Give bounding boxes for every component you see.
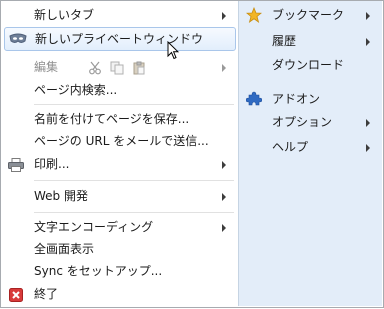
menu-item-label: ページ内検索... xyxy=(34,83,118,97)
printer-icon xyxy=(8,157,24,179)
submenu-arrow-icon xyxy=(366,12,370,20)
submenu-arrow-icon xyxy=(222,224,226,232)
menu-item-label: 新しいタブ xyxy=(34,8,95,22)
menu-item-print[interactable]: 印刷... xyxy=(4,153,234,175)
menu-item-label: 終了 xyxy=(34,287,59,301)
menu-separator xyxy=(34,212,234,213)
menu-item-label: Web 開発 xyxy=(34,189,88,203)
menu-item-setup-sync[interactable]: Sync をセットアップ... xyxy=(4,260,234,282)
menu-item-character-encoding[interactable]: 文字エンコーディング xyxy=(4,216,234,238)
menu-item-downloads[interactable]: ダウンロード xyxy=(244,54,378,76)
menu-item-label: 全画面表示 xyxy=(34,242,95,256)
submenu-arrow-icon xyxy=(366,119,370,127)
edit-icons-group xyxy=(88,60,148,75)
menu-separator xyxy=(34,104,234,105)
menu-item-new-tab[interactable]: 新しいタブ xyxy=(4,4,234,26)
menu-item-label: ブックマーク xyxy=(272,8,345,22)
menu-item-exit[interactable]: 終了 xyxy=(4,283,234,305)
menu-item-label: ヘルプ xyxy=(272,140,309,154)
menu-item-label: オプション xyxy=(272,115,333,129)
menu-item-label: 文字エンコーディング xyxy=(34,220,154,234)
private-browsing-mask-icon xyxy=(9,31,27,53)
submenu-arrow-icon xyxy=(366,144,370,152)
submenu-arrow-icon xyxy=(222,193,226,201)
menu-item-label: 印刷... xyxy=(34,157,70,171)
menu-item-find-in-page[interactable]: ページ内検索... xyxy=(4,79,234,101)
menu-item-save-page-as[interactable]: 名前を付けてページを保存... xyxy=(4,108,234,130)
menu-item-full-screen[interactable]: 全画面表示 xyxy=(4,238,234,260)
menu-item-new-private-window[interactable]: 新しいプライベートウィンドウ xyxy=(4,27,236,51)
menu-item-send-link[interactable]: ページの URL をメールで送信... xyxy=(4,130,234,152)
menu-item-label: ダウンロード xyxy=(272,58,345,72)
menu-item-edit[interactable]: 編集 xyxy=(4,56,234,78)
menu-item-addons[interactable]: アドオン xyxy=(244,88,378,110)
menu-item-help[interactable]: ヘルプ xyxy=(244,136,378,158)
star-icon xyxy=(245,6,263,30)
menu-item-label: アドオン xyxy=(272,92,321,106)
exit-icon xyxy=(9,287,23,309)
submenu-arrow-icon xyxy=(222,64,226,72)
menu-item-bookmarks[interactable]: ブックマーク xyxy=(244,4,378,26)
menu-item-label: 名前を付けてページを保存... xyxy=(34,112,190,126)
mouse-pointer-icon xyxy=(167,40,180,63)
menu-item-label: ページの URL をメールで送信... xyxy=(34,134,209,148)
submenu-arrow-icon xyxy=(366,38,370,46)
menu-item-history[interactable]: 履歴 xyxy=(244,30,378,52)
menu-separator xyxy=(34,180,234,181)
menu-item-web-developer[interactable]: Web 開発 xyxy=(4,185,234,207)
menu-item-label: Sync をセットアップ... xyxy=(34,264,163,278)
submenu-arrow-icon xyxy=(222,12,226,20)
submenu-arrow-icon xyxy=(222,161,226,169)
menu-item-options[interactable]: オプション xyxy=(244,111,378,133)
menu-item-label: 編集 xyxy=(34,60,59,74)
menu-item-label: 履歴 xyxy=(272,34,297,48)
